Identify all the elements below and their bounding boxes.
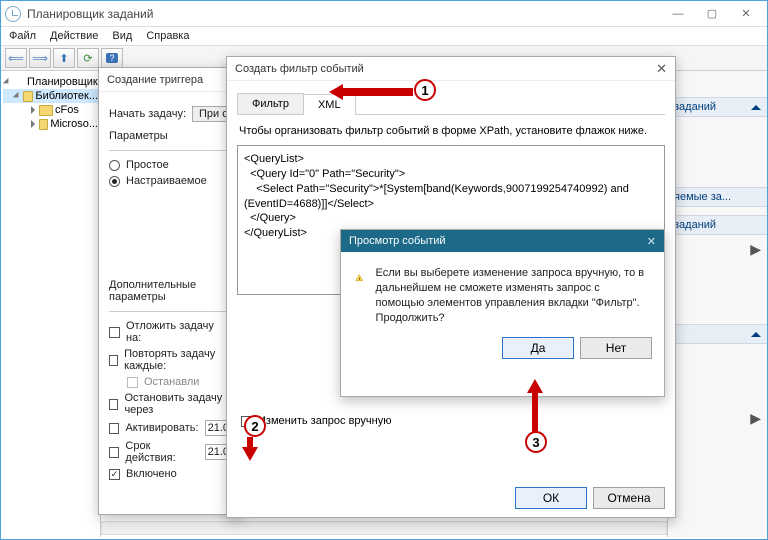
dialog-title: Создать фильтр событий — [235, 63, 364, 75]
check-delay[interactable]: Отложить задачу на: — [109, 320, 232, 344]
callout-3: 3 — [525, 431, 547, 453]
actions-header: яемые за... — [674, 191, 731, 203]
check-enabled[interactable]: ✓Включено — [109, 468, 232, 480]
check-manual-edit[interactable]: Изменить запрос вручную — [241, 415, 665, 427]
warning-icon: ! — [355, 266, 364, 290]
yes-button[interactable]: Да — [502, 337, 574, 359]
close-icon[interactable]: ✕ — [647, 235, 656, 248]
parameters-label: Параметры — [109, 130, 232, 142]
tree-root[interactable]: Планировщик — [27, 76, 98, 88]
arrow-1 — [329, 84, 413, 100]
cancel-button[interactable]: Отмена — [593, 487, 665, 509]
horizontal-scrollbar[interactable] — [101, 521, 667, 535]
more-chevron[interactable]: ▶ — [668, 235, 767, 264]
refresh-button[interactable]: ⟳ — [77, 48, 99, 68]
arrow-2 — [241, 437, 259, 461]
tree-item[interactable]: cFos — [55, 104, 79, 116]
info-text: Чтобы организовать фильтр событий в форм… — [239, 125, 663, 137]
create-trigger-dialog: Создание триггера Начать задачу:При собы… — [98, 67, 243, 515]
collapse-icon[interactable] — [751, 105, 761, 110]
menu-bar: Файл Действие Вид Справка — [1, 27, 767, 46]
callout-1: 1 — [414, 79, 436, 101]
actions-header: заданий — [674, 219, 716, 231]
more-chevron[interactable]: ▶ — [668, 404, 767, 433]
check-stopafter[interactable]: Остановить задачу через — [109, 392, 232, 416]
ok-button[interactable]: ОК — [515, 487, 587, 509]
window-title: Планировщик заданий — [27, 7, 661, 21]
app-icon — [5, 6, 21, 22]
radio-custom[interactable]: Настраиваемое — [109, 175, 232, 187]
folder-icon — [39, 119, 48, 130]
check-stopall: Останавли — [127, 376, 232, 388]
svg-text:!: ! — [359, 276, 360, 281]
nav-tree[interactable]: Планировщик Библиотек... cFos Microso... — [1, 71, 101, 537]
check-repeat[interactable]: Повторять задачу каждые: — [109, 348, 232, 372]
radio-simple[interactable]: Простое — [109, 159, 232, 171]
tree-library[interactable]: Библиотек... — [35, 90, 98, 102]
actions-pane: заданий яемые за... заданий ▶ ▶ — [667, 71, 767, 537]
callout-2: 2 — [244, 415, 266, 437]
extras-label: Дополнительные параметры — [109, 279, 232, 303]
tree-item[interactable]: Microso... — [50, 118, 98, 130]
start-task-label: Начать задачу: — [109, 108, 186, 120]
title-bar: Планировщик заданий — ▢ ✕ — [1, 1, 767, 27]
no-button[interactable]: Нет — [580, 337, 652, 359]
expand-icon[interactable] — [13, 92, 21, 100]
close-button[interactable]: ✕ — [729, 3, 763, 25]
back-button[interactable]: ⟸ — [5, 48, 27, 68]
help-button[interactable]: ? — [101, 48, 123, 68]
maximize-button[interactable]: ▢ — [695, 3, 729, 25]
confirm-dialog: Просмотр событий ✕ ! Если вы выберете изм… — [340, 229, 665, 397]
minimize-button[interactable]: — — [661, 3, 695, 25]
forward-button[interactable]: ⟹ — [29, 48, 51, 68]
folder-icon — [23, 91, 33, 102]
menu-view[interactable]: Вид — [112, 30, 132, 42]
tab-filter[interactable]: Фильтр — [237, 93, 304, 114]
collapse-icon[interactable] — [751, 332, 761, 337]
check-expire[interactable]: Срок действия:21.0 — [109, 440, 232, 464]
arrow-3 — [526, 379, 544, 433]
folder-icon — [39, 105, 53, 116]
dialog-title: Просмотр событий — [349, 235, 446, 247]
message-text: Если вы выберете изменение запроса вручн… — [376, 266, 650, 325]
close-icon[interactable]: ✕ — [656, 61, 667, 77]
actions-header: заданий — [674, 101, 716, 113]
expand-icon[interactable] — [3, 78, 11, 86]
menu-help[interactable]: Справка — [146, 30, 189, 42]
menu-file[interactable]: Файл — [9, 30, 36, 42]
up-button[interactable]: ⬆ — [53, 48, 75, 68]
expand-icon[interactable] — [31, 106, 35, 114]
menu-action[interactable]: Действие — [50, 30, 98, 42]
check-activate[interactable]: Активировать:21.0 — [109, 420, 232, 436]
expand-icon[interactable] — [31, 120, 35, 128]
dialog-title: Создание триггера — [107, 74, 203, 86]
